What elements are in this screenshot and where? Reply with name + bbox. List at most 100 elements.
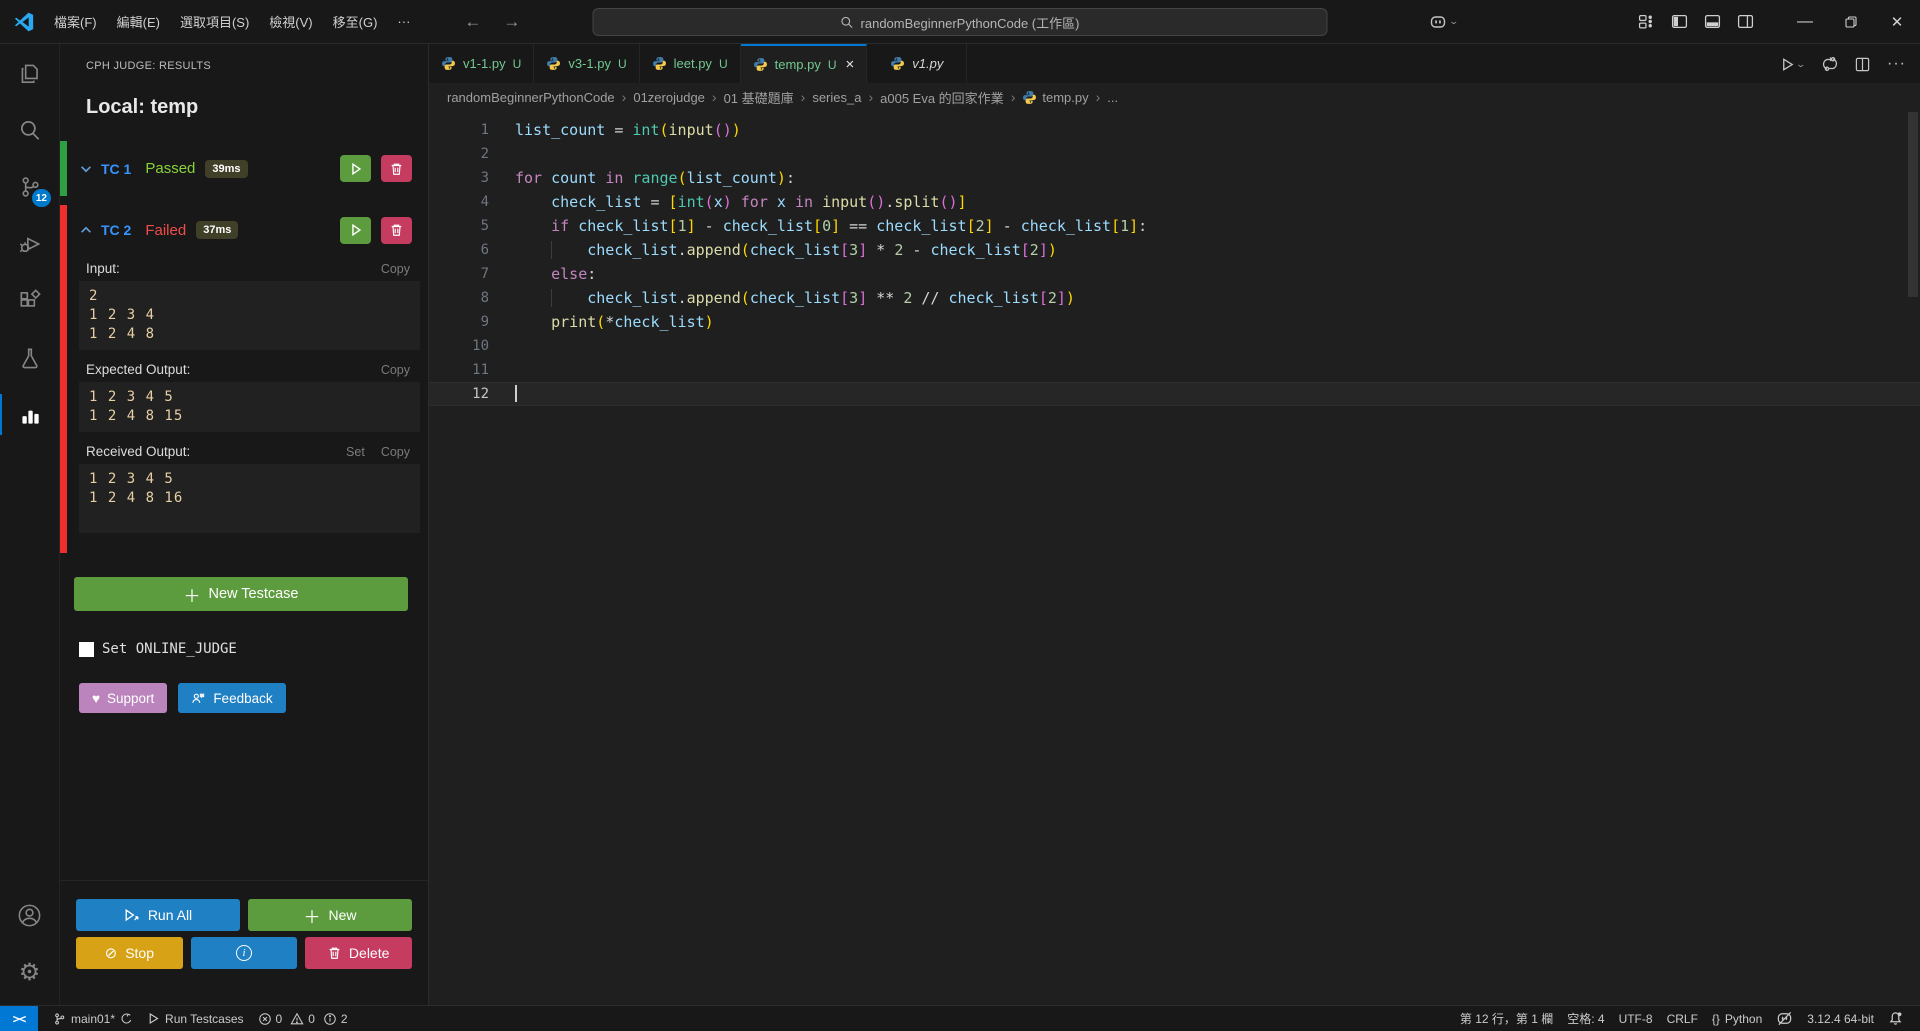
- run-testcases-item[interactable]: Run Testcases: [140, 1012, 251, 1026]
- command-center-search[interactable]: randomBeginnerPythonCode (工作區): [593, 8, 1328, 36]
- run-testcase-1-button[interactable]: [340, 155, 371, 182]
- language-mode-item[interactable]: {} Python: [1705, 1012, 1769, 1026]
- copilot-menu[interactable]: ⌄: [1429, 13, 1458, 31]
- breadcrumb-item-2[interactable]: 01 基礎題庫: [724, 88, 794, 107]
- breadcrumb-item-6[interactable]: ...: [1107, 90, 1118, 105]
- breadcrumb-item-5[interactable]: temp.py: [1022, 90, 1088, 105]
- delete-button[interactable]: Delete: [305, 937, 412, 969]
- minimize-button[interactable]: —: [1782, 0, 1828, 43]
- online-judge-checkbox[interactable]: [79, 642, 94, 657]
- breadcrumb-item-4[interactable]: a005 Eva 的回家作業: [880, 88, 1004, 107]
- set-received-link[interactable]: Set: [346, 445, 365, 459]
- testcase-2-block: TC 2 Failed 37ms Input: Copy: [60, 205, 428, 553]
- extensions-icon[interactable]: [0, 272, 59, 329]
- problems-item[interactable]: 0 0 2: [251, 1012, 355, 1026]
- line-number: 3: [429, 166, 489, 190]
- toggle-secondary-sidebar-icon[interactable]: [1737, 13, 1754, 30]
- delete-testcase-2-button[interactable]: [381, 217, 412, 244]
- support-button[interactable]: ♥ Support: [79, 683, 167, 713]
- more-actions-icon[interactable]: ···: [1887, 55, 1906, 73]
- copy-expected-link[interactable]: Copy: [381, 363, 410, 377]
- chevron-up-icon[interactable]: [79, 223, 93, 237]
- remote-indicator[interactable]: ><: [0, 1006, 38, 1031]
- copy-received-link[interactable]: Copy: [381, 445, 410, 459]
- delete-testcase-1-button[interactable]: [381, 155, 412, 182]
- explorer-icon[interactable]: [0, 44, 59, 101]
- accounts-icon[interactable]: [0, 887, 59, 944]
- cph-judge-icon[interactable]: [0, 386, 59, 443]
- back-arrow-icon[interactable]: ←: [458, 10, 487, 34]
- close-tab-icon[interactable]: ×: [846, 56, 855, 73]
- copilot-status-item[interactable]: [1769, 1010, 1800, 1027]
- eol-item[interactable]: CRLF: [1660, 1012, 1705, 1026]
- toggle-primary-sidebar-icon[interactable]: [1671, 13, 1688, 30]
- code-line-1[interactable]: 1list_count = int(input()): [429, 118, 1920, 142]
- menu-item-0[interactable]: 檔案(F): [44, 7, 107, 36]
- menu-item-2[interactable]: 選取項目(S): [170, 7, 259, 36]
- python-icon: [652, 56, 667, 71]
- customize-layout-icon[interactable]: [1638, 13, 1655, 30]
- code-line-6[interactable]: 6 check_list.append(check_list[3] * 2 - …: [429, 238, 1920, 262]
- menu-item-1[interactable]: 編輯(E): [107, 7, 170, 36]
- vscode-logo-icon: [14, 12, 34, 32]
- run-all-button[interactable]: Run All: [76, 899, 240, 931]
- git-branch-item[interactable]: main01*: [46, 1012, 140, 1026]
- new-file-testcase-button[interactable]: ＋ New: [248, 899, 412, 931]
- python-interpreter-item[interactable]: 3.12.4 64-bit: [1800, 1012, 1881, 1026]
- testing-icon[interactable]: [0, 329, 59, 386]
- cursor-position-item[interactable]: 第 12 行，第 1 欄: [1453, 1010, 1560, 1027]
- code-line-7[interactable]: 7 else:: [429, 262, 1920, 286]
- feedback-button[interactable]: Feedback: [178, 683, 285, 713]
- tab-leet.py[interactable]: leet.pyU: [640, 44, 741, 83]
- code-line-11[interactable]: 11: [429, 358, 1920, 382]
- code-line-3[interactable]: 3for count in range(list_count):: [429, 166, 1920, 190]
- close-window-icon[interactable]: ✕: [1874, 0, 1920, 43]
- info-button[interactable]: i: [191, 937, 298, 969]
- split-editor-icon[interactable]: [1855, 57, 1870, 72]
- search-sidebar-icon[interactable]: [0, 101, 59, 158]
- encoding-item[interactable]: UTF-8: [1612, 1012, 1660, 1026]
- run-testcases-icon[interactable]: [1822, 56, 1838, 72]
- code-line-9[interactable]: 9 print(*check_list): [429, 310, 1920, 334]
- tab-v1-1.py[interactable]: v1-1.pyU: [429, 44, 534, 83]
- indentation-item[interactable]: 空格: 4: [1560, 1010, 1611, 1027]
- source-control-icon[interactable]: 12: [0, 158, 59, 215]
- menu-item-3[interactable]: 檢視(V): [259, 7, 322, 36]
- menu-item-4[interactable]: 移至(G): [323, 7, 388, 36]
- code-line-12[interactable]: 12: [429, 382, 1920, 406]
- run-debug-icon[interactable]: [0, 215, 59, 272]
- stop-button[interactable]: ⊘ Stop: [76, 937, 183, 969]
- code-line-4[interactable]: 4 check_list = [int(x) for x in input().…: [429, 190, 1920, 214]
- copy-input-link[interactable]: Copy: [381, 262, 410, 276]
- notifications-bell-icon[interactable]: [1881, 1011, 1910, 1026]
- testcase-2-row[interactable]: TC 2 Failed 37ms: [67, 205, 428, 255]
- input-textarea[interactable]: 2 1 2 3 4 1 2 4 8: [79, 281, 420, 350]
- run-testcase-2-button[interactable]: [340, 217, 371, 244]
- restore-button[interactable]: [1828, 0, 1874, 43]
- testcase-1-time-badge: 39ms: [205, 160, 247, 178]
- tab-temp.py[interactable]: temp.pyU×: [741, 44, 868, 83]
- settings-gear-icon[interactable]: ⚙: [0, 944, 59, 1001]
- expected-output-textarea[interactable]: 1 2 3 4 5 1 2 4 8 15: [79, 382, 420, 432]
- breadcrumb-item-0[interactable]: randomBeginnerPythonCode: [447, 90, 615, 105]
- run-python-button[interactable]: ⌄: [1780, 57, 1805, 72]
- toggle-panel-icon[interactable]: [1704, 13, 1721, 30]
- chevron-down-icon[interactable]: [79, 162, 93, 176]
- forward-arrow-icon[interactable]: →: [497, 10, 526, 34]
- code-line-10[interactable]: 10: [429, 334, 1920, 358]
- new-testcase-button[interactable]: ＋ New Testcase: [74, 577, 408, 611]
- breadcrumb-item-1[interactable]: 01zerojudge: [633, 90, 705, 105]
- tab-v3-1.py[interactable]: v3-1.pyU: [534, 44, 639, 83]
- breadcrumb-separator: ›: [801, 89, 806, 105]
- tab-v1.py[interactable]: v1.py: [867, 44, 967, 83]
- editor-scrollbar[interactable]: [1908, 112, 1918, 297]
- code-editor[interactable]: 1list_count = int(input())23for count in…: [429, 110, 1920, 1005]
- code-line-5[interactable]: 5 if check_list[1] - check_list[0] == ch…: [429, 214, 1920, 238]
- code-line-8[interactable]: 8 check_list.append(check_list[3] ** 2 /…: [429, 286, 1920, 310]
- info-icon: [323, 1012, 337, 1026]
- testcase-1-row[interactable]: TC 1 Passed 39ms: [60, 141, 428, 196]
- menu-item-5[interactable]: ···: [387, 9, 420, 34]
- breadcrumb-item-3[interactable]: series_a: [812, 90, 861, 105]
- code-line-2[interactable]: 2: [429, 142, 1920, 166]
- trash-icon: [328, 946, 341, 960]
